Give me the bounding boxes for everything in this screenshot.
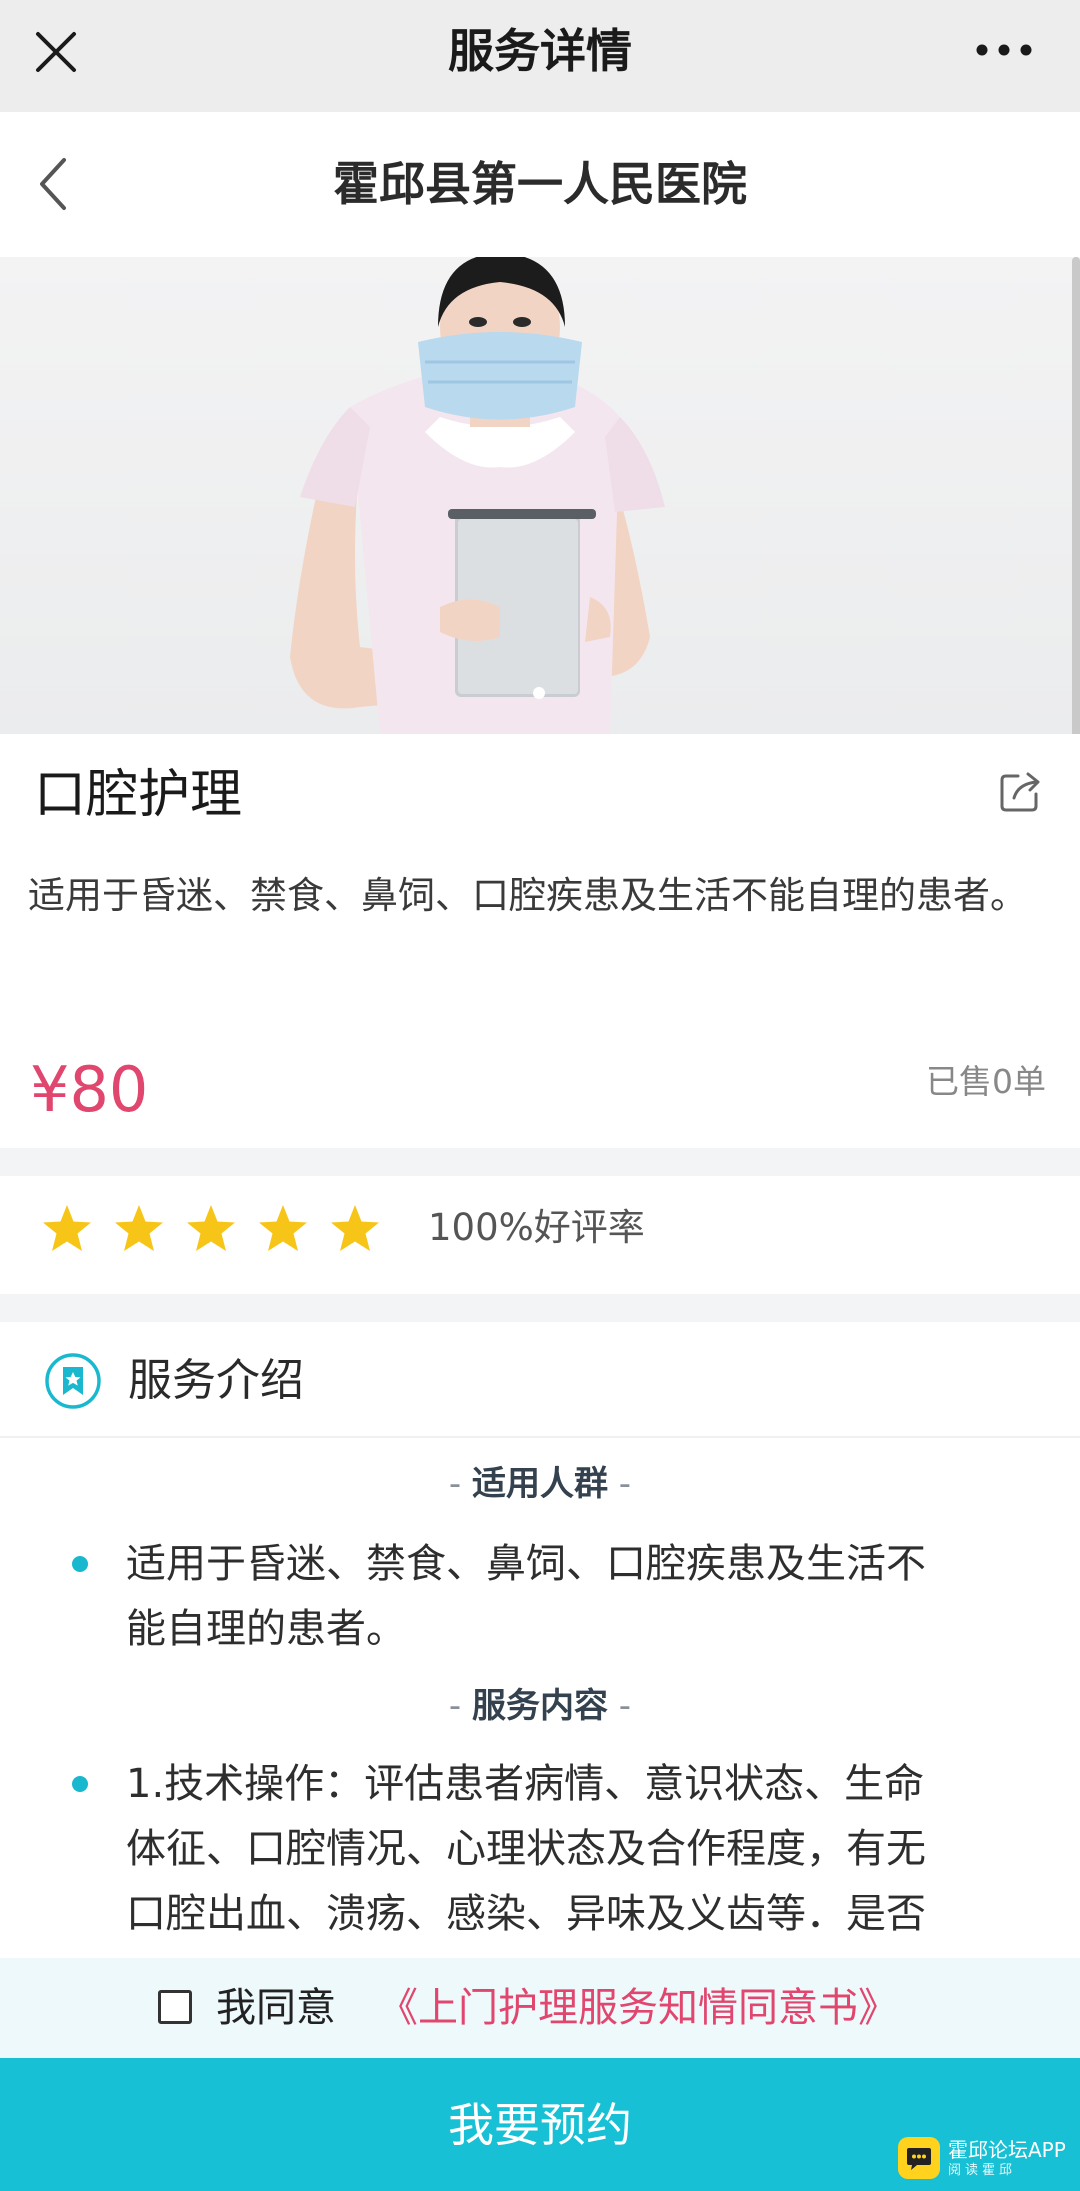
agree-checkbox[interactable] xyxy=(158,1990,192,2024)
text-line: 体征、口腔情况、心理状态及合作程度，有无 xyxy=(126,1826,926,1872)
agree-label: 我同意 xyxy=(216,1985,336,2031)
positive-rate: 100%好评率 xyxy=(428,1206,645,1249)
share-icon[interactable] xyxy=(996,768,1044,816)
section-divider xyxy=(0,1148,1080,1176)
star-icon xyxy=(259,1205,307,1251)
section-text: 1.技术操作：评估患者病情、意识状态、生命 体征、口腔情况、心理状态及合作程度，… xyxy=(126,1752,1006,1952)
service-description: 适用于昏迷、禁食、鼻饲、口腔疾患及生活不能自理的患者。 xyxy=(28,874,1027,917)
text-line: 适用于昏迷、禁食、鼻饲、口腔疾患及生活不 xyxy=(126,1541,926,1587)
app-watermark: 霍邱论坛APP 阅读霍邱 xyxy=(898,2136,1066,2180)
service-intro-header: 服务介绍 xyxy=(0,1322,1080,1438)
sold-count: 已售0单 xyxy=(926,1062,1046,1101)
section-text: 适用于昏迷、禁食、鼻饲、口腔疾患及生活不 能自理的患者。 xyxy=(126,1532,1006,1662)
watermark-title: 霍邱论坛APP xyxy=(948,2137,1066,2162)
price: ¥80 xyxy=(30,1053,149,1126)
star-icon xyxy=(187,1205,235,1251)
hospital-name: 霍邱县第一人民医院 xyxy=(333,157,747,211)
section-heading-text: 服务内容 xyxy=(472,1686,608,1726)
bullet-dot xyxy=(72,1776,88,1792)
nurse-photo xyxy=(290,257,665,734)
nav-bar: 霍邱县第一人民医院 xyxy=(0,112,1080,257)
watermark-subtitle: 阅读霍邱 xyxy=(948,2162,1017,2178)
service-title: 口腔护理 xyxy=(34,765,243,825)
agreement-bar: 我同意 《上门护理服务知情同意书》 xyxy=(0,1958,1080,2058)
scroll-indicator[interactable] xyxy=(1072,257,1080,734)
carousel-dot[interactable] xyxy=(532,686,546,700)
bullet-dot xyxy=(72,1556,88,1572)
service-intro-title: 服务介绍 xyxy=(128,1355,304,1406)
top-bar-title: 服务详情 xyxy=(448,24,632,78)
consent-form-link[interactable]: 《上门护理服务知情同意书》 xyxy=(378,1980,898,2036)
more-dots-icon[interactable] xyxy=(972,30,1036,70)
star-rating xyxy=(40,1202,382,1264)
section-heading: - 适用人群 - xyxy=(448,1464,632,1504)
chat-bubble-logo-icon xyxy=(898,2137,940,2179)
section-heading: - 服务内容 - xyxy=(448,1686,632,1726)
star-icon xyxy=(331,1205,379,1251)
top-bar: 服务详情 xyxy=(0,0,1080,112)
section-heading-text: 适用人群 xyxy=(472,1464,608,1504)
text-line: 口腔出血、溃疡、感染、异味及义齿等．是否 xyxy=(126,1891,926,1937)
text-line: 能自理的患者。 xyxy=(126,1606,406,1652)
text-line: 1.技术操作：评估患者病情、意识状态、生命 xyxy=(126,1761,925,1807)
rating-row: 100%好评率 xyxy=(0,1176,1080,1294)
bookmark-star-icon xyxy=(45,1353,101,1409)
section-divider xyxy=(0,1294,1080,1322)
hero-image xyxy=(0,257,1080,734)
star-icon xyxy=(115,1205,163,1251)
star-icon xyxy=(43,1205,91,1251)
